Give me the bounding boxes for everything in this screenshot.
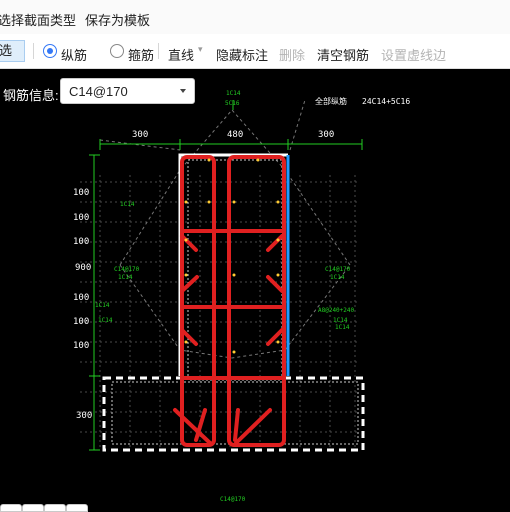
dim-top-left: 300: [132, 130, 148, 140]
rebar-info-value: C14@170: [69, 84, 128, 99]
annot-left-3: 1C14: [118, 274, 133, 281]
rebar-points: [184, 158, 280, 354]
rebar-bars: [173, 155, 286, 447]
annot-right-2: 1C14: [330, 274, 345, 281]
tick: 100: [73, 237, 89, 247]
annot-right-1: C14@170: [325, 266, 351, 273]
annot-left-4: 1C14: [95, 302, 110, 309]
bottom-tab[interactable]: [0, 504, 22, 512]
annot-left-5: 1C14: [98, 317, 113, 324]
bottom-tab[interactable]: [22, 504, 44, 512]
annot-right-5: 1C14: [335, 324, 350, 331]
section-drawing[interactable]: 300 480 300 900 300 100 100 100 100 100 …: [0, 0, 510, 508]
annot-top-2: 5C16: [225, 100, 240, 107]
annotations: 1C14 5C16 1C14 C14@170 1C14 1C14 1C14 C1…: [95, 90, 355, 503]
tick: 100: [73, 341, 89, 351]
section-outline: [102, 153, 365, 452]
tick: 100: [73, 293, 89, 303]
annot-right-3: A8@240+240: [318, 307, 355, 314]
tick: 100: [73, 213, 89, 223]
chevron-down-icon: [180, 89, 186, 93]
annot-bottom: C14@170: [220, 496, 246, 503]
rebar-info-label: 钢筋信息:: [3, 88, 59, 103]
annot-right-4: 1C14: [333, 317, 348, 324]
rebar-info-select[interactable]: C14@170: [60, 78, 195, 104]
dim-left-total: 900: [75, 263, 91, 273]
rebar-summary: 全部纵筋 24C14+5C16: [315, 96, 410, 106]
annot-left-2: C14@170: [114, 266, 140, 273]
dim-left-bottom: 300: [76, 411, 92, 421]
bottom-tab[interactable]: [66, 504, 88, 512]
dim-top-right: 300: [318, 130, 334, 140]
annot-left-1: 1C14: [120, 201, 135, 208]
all-rebar-value: 24C14+5C16: [362, 97, 410, 106]
annot-top-1: 1C14: [226, 90, 241, 97]
dim-top-mid: 480: [227, 130, 243, 140]
tick: 100: [73, 317, 89, 327]
tick: 100: [73, 188, 89, 198]
bottom-tab[interactable]: [44, 504, 66, 512]
all-rebar-label: 全部纵筋: [315, 96, 347, 106]
